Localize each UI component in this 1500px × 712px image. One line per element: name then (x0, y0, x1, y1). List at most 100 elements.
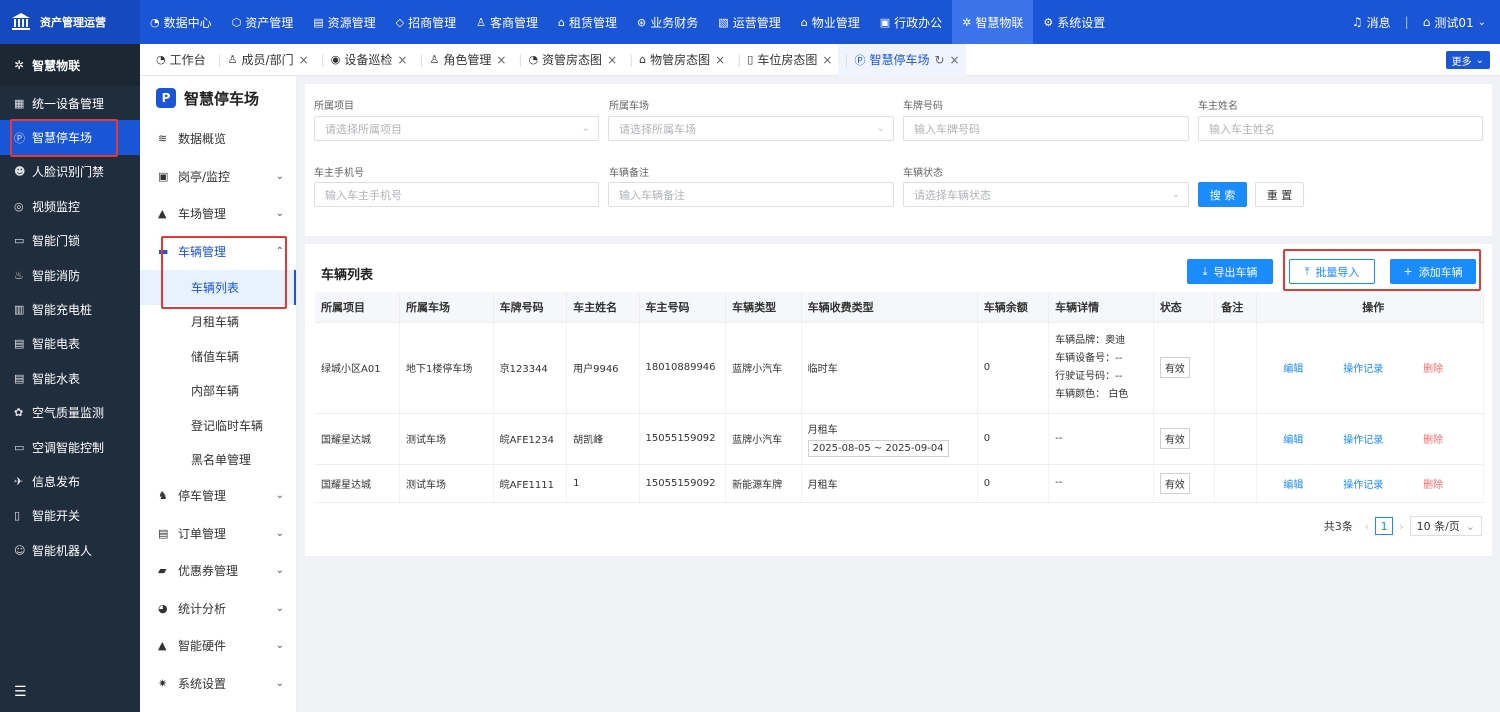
user-menu[interactable]: 测试01 (1434, 14, 1473, 31)
nav-icon: ⌂ (800, 15, 808, 29)
log-link[interactable]: 操作记录 (1343, 360, 1383, 375)
prev-page-icon[interactable]: ‹ (1365, 520, 1369, 533)
close-icon[interactable]: × (397, 53, 407, 67)
left-nav-item[interactable]: ▥ 智能充电桩 (0, 292, 140, 326)
subnav-group[interactable]: ▬ 车辆管理 ⌃ (140, 233, 296, 271)
subnav-item[interactable]: 储值车辆 (140, 339, 296, 373)
left-nav-item[interactable]: ▭ 空调智能控制 (0, 430, 140, 464)
edit-link[interactable]: 编辑 (1283, 360, 1303, 375)
delete-link[interactable]: 删除 (1423, 431, 1443, 446)
subnav-group[interactable]: ✷ 系统设置 ⌄ (140, 665, 296, 703)
collapse-menu-icon[interactable]: ☰ (14, 684, 27, 700)
refresh-icon[interactable]: ↻ (934, 53, 944, 67)
left-nav-item[interactable]: ☺ 智能机器人 (0, 533, 140, 567)
left-nav-item[interactable]: Ⓟ 智慧停车场 (0, 120, 140, 155)
top-nav-item[interactable]: ⌂ 租赁管理 (548, 0, 627, 44)
top-nav-item[interactable]: ⌂ 物业管理 (791, 0, 870, 44)
left-nav-item[interactable]: ▭ 智能门锁 (0, 224, 140, 258)
status-select[interactable]: 请选择车辆状态 ⌄ (903, 182, 1189, 207)
export-label: 导出车辆 (1213, 265, 1258, 279)
tab-item[interactable]: | ◉ 设备巡检 × (315, 44, 414, 76)
top-nav-item[interactable]: ▧ 运营管理 (708, 0, 790, 44)
top-nav-item[interactable]: ✲ 智慧物联 (952, 0, 1034, 44)
left-nav-label: 智能开关 (32, 509, 81, 524)
edit-link[interactable]: 编辑 (1283, 431, 1303, 446)
left-nav-item[interactable]: ☻ 人脸识别门禁 (0, 155, 140, 189)
left-nav-item[interactable]: ▤ 智能水表 (0, 361, 140, 395)
delete-link[interactable]: 删除 (1423, 360, 1443, 375)
owner-input[interactable]: 输入车主姓名 (1198, 116, 1483, 141)
cell-project: 绿城小区A01 (315, 322, 401, 414)
subnav-group-label: 优惠券管理 (178, 564, 239, 579)
plate-input[interactable]: 输入车牌号码 (903, 116, 1189, 141)
top-nav-item[interactable]: ◔ 数据中心 (140, 0, 222, 44)
subnav-group[interactable]: ▲ 智能硬件 ⌄ (140, 627, 296, 665)
left-nav-item[interactable]: ◎ 视频监控 (0, 189, 140, 223)
left-nav-item[interactable]: ▦ 统一设备管理 (0, 86, 140, 120)
close-icon[interactable]: × (496, 53, 506, 67)
left-nav-header[interactable]: ✲ 智慧物联 (0, 44, 140, 86)
top-nav-item[interactable]: ⬡ 资产管理 (222, 0, 304, 44)
add-vehicle-button[interactable]: + 添加车辆 (1390, 259, 1476, 284)
page-size-select[interactable]: 10 条/页 ⌄ (1409, 516, 1482, 536)
subnav-group[interactable]: ♞ 停车管理 ⌄ (140, 477, 296, 515)
top-nav-item[interactable]: ♙ 客商管理 (466, 0, 548, 44)
top-nav-item[interactable]: ⊛ 业务财务 (627, 0, 708, 44)
subnav-group[interactable]: ▤ 订单管理 ⌄ (140, 514, 296, 552)
reset-button[interactable]: 重 置 (1255, 182, 1304, 207)
tab-item[interactable]: | ▯ 车位房态图 × (731, 44, 838, 76)
top-nav-item[interactable]: ⚙ 系统设置 (1033, 0, 1115, 44)
phone-input[interactable]: 输入车主手机号 (314, 182, 599, 207)
top-nav-item[interactable]: ▤ 资源管理 (303, 0, 385, 44)
subnav-item[interactable]: 黑名单管理 (140, 442, 296, 476)
tab-item[interactable]: ◔ 工作台 (150, 44, 212, 76)
left-nav-item[interactable]: ✈ 信息发布 (0, 464, 140, 498)
brand[interactable]: 资产管理运营 (0, 0, 140, 44)
tab-item[interactable]: | ◔ 资管房态图 × (512, 44, 623, 76)
subnav-item[interactable]: 内部车辆 (140, 374, 296, 408)
top-nav-item[interactable]: ▣ 行政办公 (870, 0, 952, 44)
messages-link[interactable]: 消息 (1367, 14, 1391, 31)
export-vehicles-button[interactable]: ⤓ 导出车辆 (1187, 259, 1273, 284)
tab-item[interactable]: | Ⓟ 智慧停车场 ↻ × (838, 43, 966, 76)
chevron-down-icon[interactable]: ⌄ (1478, 17, 1486, 28)
close-icon[interactable]: × (822, 53, 832, 67)
left-nav-label: 人脸识别门禁 (32, 165, 105, 180)
tab-label: 工作台 (169, 53, 206, 67)
subnav-group[interactable]: ▲ 车场管理 ⌄ (140, 195, 296, 233)
subnav-item[interactable]: 车辆列表 (140, 270, 296, 305)
lot-select[interactable]: 请选择所属车场 ⌄ (608, 116, 894, 141)
subnav-group[interactable]: ▣ 岗亭/监控 ⌄ (140, 158, 296, 196)
top-nav-item[interactable]: ◇ 招商管理 (386, 0, 466, 44)
project-select[interactable]: 请选择所属项目 ⌄ (314, 116, 599, 141)
left-nav-item[interactable]: ▯ 智能开关 (0, 499, 140, 533)
subnav-item[interactable]: 月租车辆 (140, 305, 296, 339)
log-link[interactable]: 操作记录 (1343, 476, 1383, 491)
menu-icon: ▯ (14, 509, 21, 523)
page-number[interactable]: 1 (1375, 517, 1394, 535)
close-icon[interactable]: × (299, 53, 309, 67)
close-icon[interactable]: × (950, 53, 960, 67)
subnav-group[interactable]: ≋ 数据概览 (140, 120, 296, 158)
edit-link[interactable]: 编辑 (1283, 476, 1303, 491)
more-tabs-button[interactable]: 更多 ⌄ (1445, 51, 1490, 69)
subnav-item[interactable]: 登记临时车辆 (140, 408, 296, 442)
close-icon[interactable]: × (607, 53, 617, 67)
remark-input[interactable]: 输入车辆备注 (608, 182, 894, 207)
search-button[interactable]: 搜 索 (1198, 182, 1247, 207)
next-page-icon[interactable]: › (1399, 520, 1403, 533)
subnav-group[interactable]: ▰ 优惠券管理 ⌄ (140, 552, 296, 590)
batch-import-button[interactable]: ⤒ 批量导入 (1289, 259, 1375, 284)
tab-item[interactable]: | ♙ 角色管理 × (413, 44, 512, 76)
tab-item[interactable]: | ♙ 成员/部门 × (212, 44, 315, 76)
table-body: 绿城小区A01 地下1楼停车场 京123344 用户9946 18010889946 蓝牌… (315, 322, 1484, 503)
left-nav-item[interactable]: ✿ 空气质量监测 (0, 396, 140, 430)
subnav-group[interactable]: ◕ 统计分析 ⌄ (140, 590, 296, 628)
delete-link[interactable]: 删除 (1423, 476, 1443, 491)
close-icon[interactable]: × (715, 53, 725, 67)
left-nav-item[interactable]: ♨ 智能消防 (0, 258, 140, 292)
left-nav-item[interactable]: ▤ 智能电表 (0, 327, 140, 361)
tab-item[interactable]: | ⌂ 物管房态图 × (623, 44, 731, 76)
bell-icon[interactable]: ♫ (1352, 15, 1363, 29)
log-link[interactable]: 操作记录 (1343, 431, 1383, 446)
